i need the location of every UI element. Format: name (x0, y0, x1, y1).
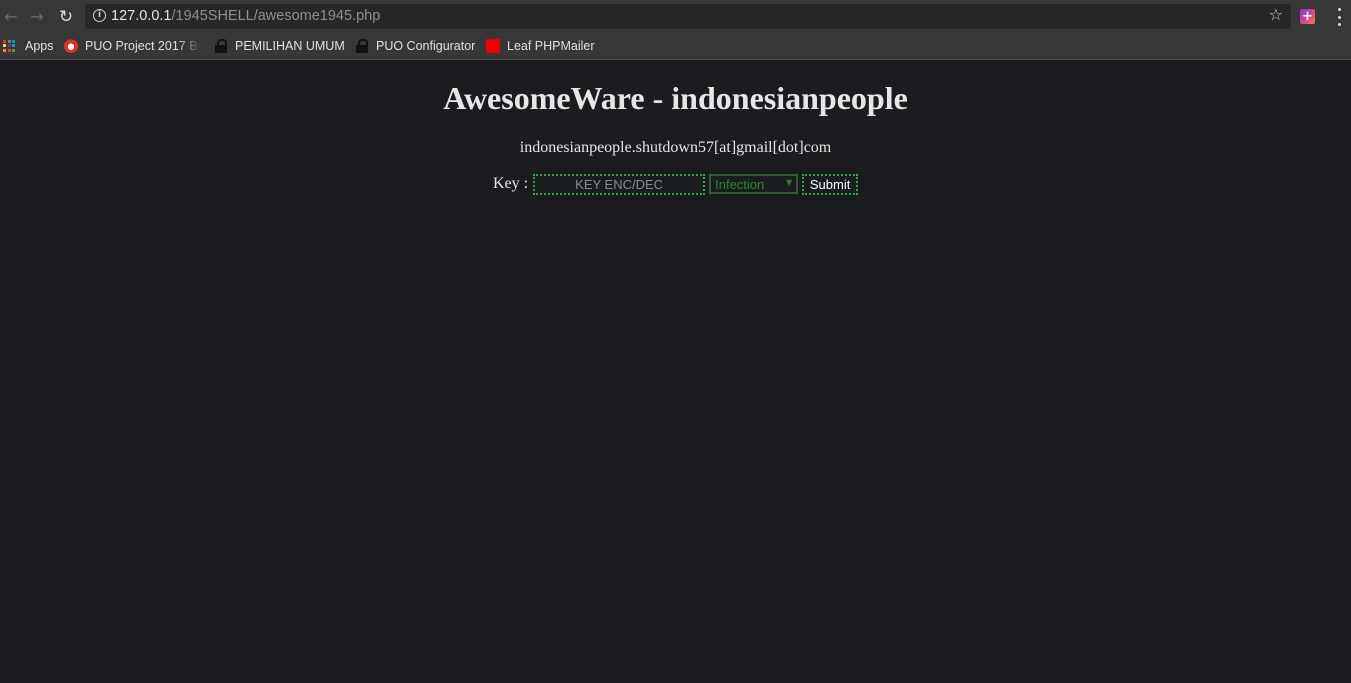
submit-button[interactable]: Submit (802, 173, 859, 195)
url-host: 127.0.0.1 (111, 8, 172, 24)
mode-select-value: Infection (715, 176, 765, 192)
puo-icon (64, 39, 78, 53)
bookmark-apps[interactable]: Apps (3, 37, 54, 55)
bookmark-puo-project[interactable]: PUO Project 2017 By (64, 37, 201, 55)
lock-icon (215, 39, 227, 53)
bookmark-label: PUO Configurator (376, 39, 476, 53)
kebab-menu-icon[interactable] (1336, 8, 1342, 26)
chevron-down-icon: ▼ (785, 178, 793, 187)
bookmark-label: Apps (25, 39, 54, 53)
mode-select[interactable]: Infection ▼ (709, 174, 799, 194)
info-icon[interactable]: i (93, 9, 106, 22)
browser-toolbar: ← → ↻ i 127.0.0.1/1945SHELL/awesome1945.… (0, 0, 1351, 33)
bookmark-star-icon[interactable]: ☆ (1269, 5, 1283, 24)
bookmark-puo-configurator[interactable]: PUO Configurator (356, 37, 475, 55)
url-text[interactable]: 127.0.0.1/1945SHELL/awesome1945.php (111, 8, 380, 24)
reload-icon[interactable]: ↻ (55, 6, 77, 28)
key-input[interactable] (533, 173, 706, 195)
bookmarks-bar: Apps PUO Project 2017 By PEMILIHAN UMUM … (0, 33, 1351, 60)
address-bar[interactable]: i 127.0.0.1/1945SHELL/awesome1945.php ☆ (85, 4, 1291, 29)
red-square-icon (486, 39, 500, 53)
lock-icon (356, 39, 368, 53)
bookmark-label: PEMILIHAN UMUM (235, 39, 345, 53)
back-arrow-icon[interactable]: ← (0, 6, 22, 28)
key-label: Key : (493, 175, 529, 192)
key-form: Key : Infection ▼ Submit (493, 173, 859, 195)
page-title: AwesomeWare - indonesianpeople (443, 80, 908, 116)
apps-grid-icon (3, 39, 16, 53)
extension-icon[interactable]: + (1300, 9, 1315, 24)
bookmark-leaf-phpmailer[interactable]: Leaf PHPMailer (486, 37, 595, 55)
contact-email: indonesianpeople.shutdown57[at]gmail[dot… (519, 139, 832, 156)
forward-arrow-icon[interactable]: → (26, 6, 48, 28)
bookmark-label: PUO Project 2017 By (85, 39, 201, 53)
bookmark-label: Leaf PHPMailer (507, 39, 595, 53)
url-path: /1945SHELL/awesome1945.php (171, 8, 381, 24)
bookmark-pemilihan-umum[interactable]: PEMILIHAN UMUM (215, 37, 345, 55)
